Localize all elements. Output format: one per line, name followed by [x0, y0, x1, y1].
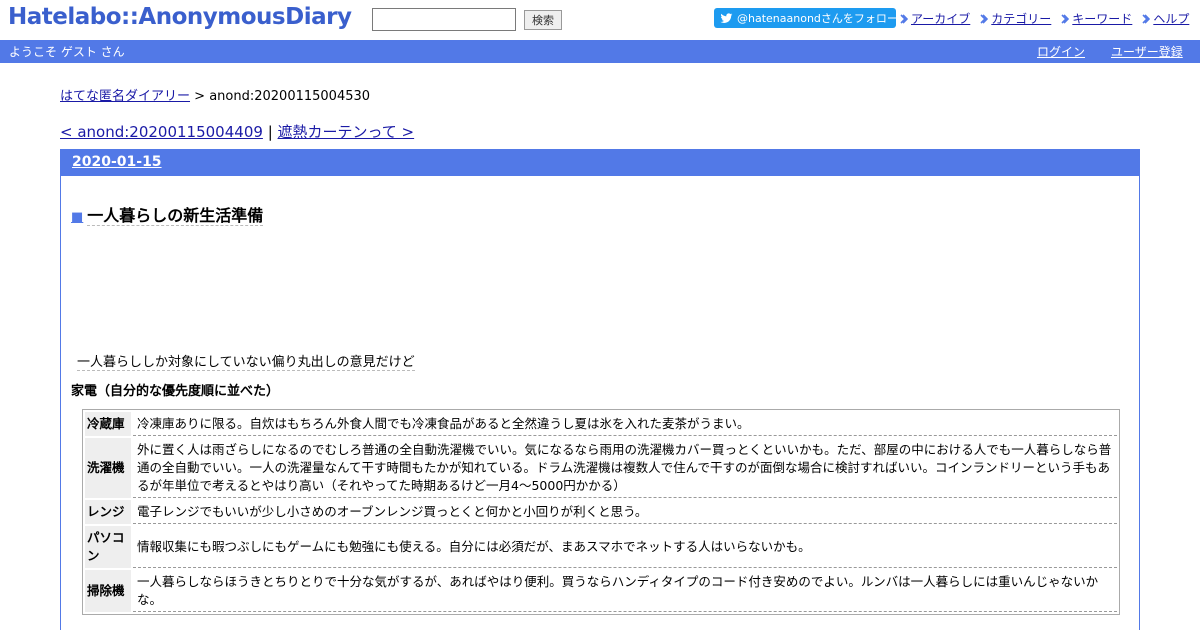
- nav-category-link[interactable]: カテゴリー: [991, 10, 1051, 27]
- row-text: 外に置く人は雨ざらしになるのでむしろ普通の全自動洗濯機でいい。気になるなら雨用の…: [133, 438, 1117, 498]
- table-row: 冷蔵庫 冷凍庫ありに限る。自炊はもちろん外食人間でも冷凍食品があると全然違うし夏…: [85, 412, 1117, 436]
- site-logo[interactable]: Hatelabo::AnonymousDiary: [8, 4, 352, 30]
- login-link[interactable]: ログイン: [1037, 43, 1085, 60]
- nav-help[interactable]: ヘルプ: [1142, 10, 1189, 27]
- breadcrumb-home-link[interactable]: はてな匿名ダイアリー: [60, 89, 190, 104]
- appliance-table: 冷蔵庫 冷凍庫ありに限る。自炊はもちろん外食人間でも冷凍食品があると全然違うし夏…: [82, 409, 1120, 615]
- twitter-follow-button[interactable]: @hatenaanondさんをフォロー: [714, 8, 896, 28]
- entry-pager: < anond:20200115004409 | 遮熱カーテンって >: [60, 121, 414, 142]
- row-header: パソコン: [85, 526, 131, 568]
- entry-title-text: 一人暮らしの新生活準備: [87, 206, 264, 226]
- breadcrumb: はてな匿名ダイアリー > anond:20200115004530: [60, 85, 370, 104]
- nav-keyword[interactable]: キーワード: [1061, 10, 1132, 27]
- breadcrumb-separator: >: [194, 89, 206, 104]
- day-date-link[interactable]: 2020-01-15: [72, 154, 162, 170]
- chevron-right-icon: [900, 13, 908, 24]
- chevron-right-icon: [980, 13, 989, 24]
- nav-category[interactable]: カテゴリー: [980, 10, 1051, 27]
- next-entry-link[interactable]: 遮熱カーテンって >: [278, 123, 415, 141]
- top-bar: Hatelabo::AnonymousDiary 検索 @hatenaanond…: [0, 0, 1200, 40]
- nav-archive[interactable]: アーカイブ: [900, 10, 970, 27]
- nav-help-link[interactable]: ヘルプ: [1153, 10, 1189, 27]
- chevron-right-icon: [1142, 13, 1151, 24]
- table-row: 掃除機 一人暮らしならほうきとちりとりで十分な気がするが、あればやはり便利。買う…: [85, 570, 1117, 612]
- entry-intro-text: 一人暮らししか対象にしていない偏り丸出しの意見だけど: [77, 355, 415, 371]
- section-heading: 家電（自分的な優先度順に並べた）: [71, 384, 280, 399]
- row-header: 掃除機: [85, 570, 131, 612]
- pager-separator: |: [267, 123, 273, 141]
- row-header: 洗濯機: [85, 438, 131, 498]
- row-text: 一人暮らしならほうきとちりとりで十分な気がするが、あればやはり便利。買うならハン…: [133, 570, 1117, 612]
- day-header: 2020-01-15: [61, 150, 1139, 176]
- nav-keyword-link[interactable]: キーワード: [1072, 10, 1132, 27]
- entry-title: ■ 一人暮らしの新生活準備: [71, 202, 264, 226]
- table-row: パソコン 情報収集にも暇つぶしにもゲームにも勉強にも使える。自分には必須だが、ま…: [85, 526, 1117, 568]
- row-text: 冷凍庫ありに限る。自炊はもちろん外食人間でも冷凍食品があると全然違うし夏は氷を入…: [133, 412, 1117, 436]
- row-header: 冷蔵庫: [85, 412, 131, 436]
- row-text: 電子レンジでもいいが少し小さめのオーブンレンジ買っとくと何かと小回りが利くと思う…: [133, 500, 1117, 524]
- user-bar: ようこそ ゲスト さん ログイン ユーザー登録: [0, 40, 1200, 63]
- register-link[interactable]: ユーザー登録: [1111, 43, 1183, 60]
- twitter-bird-icon: [720, 12, 733, 23]
- nav-archive-link[interactable]: アーカイブ: [911, 10, 970, 27]
- table-row: レンジ 電子レンジでもいいが少し小さめのオーブンレンジ買っとくと何かと小回りが利…: [85, 500, 1117, 524]
- breadcrumb-current: anond:20200115004530: [209, 89, 371, 104]
- chevron-right-icon: [1061, 13, 1070, 24]
- day-section: 2020-01-15 ■ 一人暮らしの新生活準備 一人暮らししか対象にしていない偏…: [60, 149, 1140, 630]
- row-header: レンジ: [85, 500, 131, 524]
- search-input[interactable]: [372, 8, 516, 31]
- search-button[interactable]: 検索: [524, 10, 562, 30]
- entry-intro: 一人暮らししか対象にしていない偏り丸出しの意見だけど: [77, 351, 415, 371]
- entry-permalink-bullet[interactable]: ■: [71, 210, 83, 225]
- row-text: 情報収集にも暇つぶしにもゲームにも勉強にも使える。自分には必須だが、まあスマホで…: [133, 526, 1117, 568]
- top-nav: アーカイブ カテゴリー キーワード ヘルプ: [900, 10, 1189, 27]
- table-row: 洗濯機 外に置く人は雨ざらしになるのでむしろ普通の全自動洗濯機でいい。気になるな…: [85, 438, 1117, 498]
- twitter-follow-label: @hatenaanondさんをフォロー: [737, 12, 896, 25]
- prev-entry-link[interactable]: < anond:20200115004409: [60, 123, 263, 141]
- welcome-text: ようこそ ゲスト さん: [9, 45, 125, 59]
